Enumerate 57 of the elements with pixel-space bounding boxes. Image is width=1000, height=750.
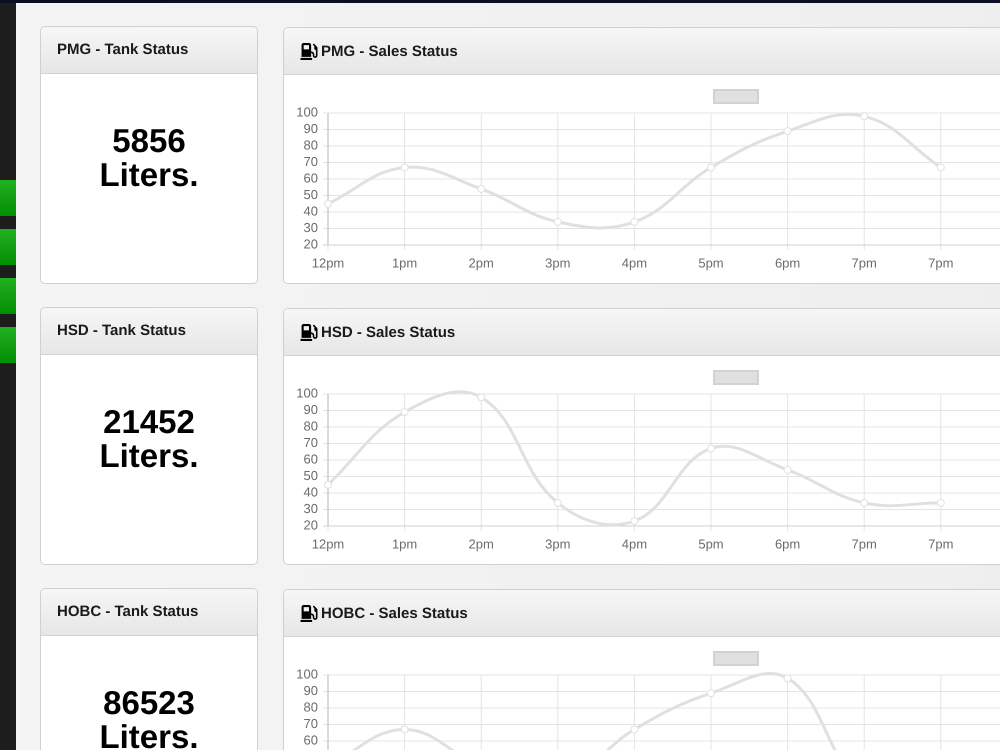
x-tick-label: 12pm	[312, 536, 344, 552]
y-tick-label: 20	[304, 236, 318, 252]
x-tick-label: 5pm	[698, 255, 724, 270]
y-tick-label: 50	[304, 468, 318, 483]
y-tick-label: 50	[304, 186, 318, 202]
x-tick-label: 5pm	[698, 536, 724, 552]
y-tick-label: 60	[304, 451, 318, 466]
nav-item[interactable]	[0, 327, 16, 363]
x-tick-label: 4pm	[622, 255, 648, 270]
y-tick-label: 100	[296, 104, 318, 120]
y-tick-label: 100	[296, 385, 318, 400]
x-tick-label: 1pm	[392, 536, 418, 552]
y-tick-label: 60	[304, 732, 318, 748]
y-tick-label: 70	[304, 434, 318, 450]
x-tick-label: 3pm	[545, 255, 570, 270]
y-tick-label: 80	[304, 137, 318, 152]
y-tick-label: 70	[304, 716, 318, 731]
gas-pump-icon	[300, 324, 318, 340]
x-tick-label: 7pm	[852, 255, 877, 270]
card-title: HSD - Sales Status	[321, 323, 456, 344]
gas-pump-icon	[300, 604, 318, 622]
tank-level-reading: 86523 Liters.	[98, 686, 200, 750]
x-tick-label: 2pm	[468, 255, 494, 270]
tank-level-reading: 5856 Liters.	[98, 124, 200, 192]
y-tick-label: 80	[304, 418, 318, 434]
x-tick-label: 7pm	[852, 536, 877, 552]
nav-item[interactable]	[0, 278, 16, 314]
y-tick-label: 30	[304, 500, 318, 516]
y-tick-label: 20	[304, 517, 318, 532]
nav-item[interactable]	[0, 229, 16, 265]
x-tick-label: 6pm	[774, 536, 800, 552]
card-title: PMG - Tank Status	[57, 40, 188, 60]
y-tick-label: 70	[304, 154, 318, 169]
x-tick-label: 6pm	[774, 255, 800, 270]
y-tick-label: 40	[304, 484, 318, 500]
nav-item[interactable]	[0, 180, 16, 216]
tank-level-reading: 21452 Liters.	[98, 405, 200, 473]
card-title: HOBC - Tank Status	[57, 602, 198, 622]
y-tick-label: 100	[296, 666, 318, 682]
x-tick-label: 7pm	[928, 255, 954, 270]
y-tick-label: 60	[304, 170, 318, 186]
y-tick-label: 90	[304, 120, 318, 136]
card-title: HOBC - Sales Status	[321, 604, 468, 624]
x-tick-label: 1pm	[392, 255, 418, 270]
x-tick-label: 4pm	[622, 536, 648, 552]
card-title: HSD - Tank Status	[57, 320, 186, 341]
gas-pump-icon	[300, 42, 318, 60]
x-tick-label: 2pm	[468, 536, 494, 552]
x-tick-label: 3pm	[545, 536, 570, 552]
y-tick-label: 90	[304, 682, 318, 698]
x-tick-label: 7pm	[928, 536, 954, 552]
y-tick-label: 30	[304, 220, 318, 235]
y-tick-label: 40	[304, 203, 318, 218]
y-tick-label: 80	[304, 699, 318, 714]
card-title: PMG - Sales Status	[321, 42, 458, 62]
x-tick-label: 12pm	[312, 255, 344, 270]
y-tick-label: 90	[304, 402, 318, 417]
